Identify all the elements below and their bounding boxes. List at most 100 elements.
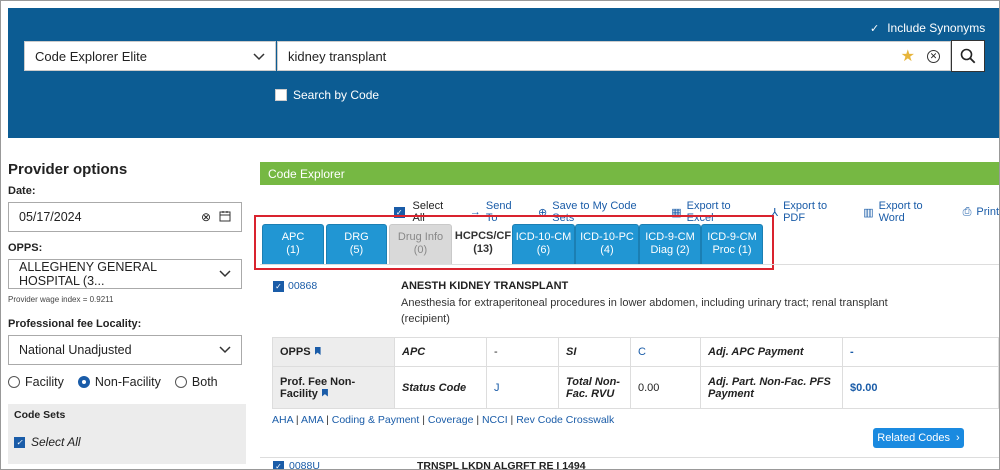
radio-both[interactable]: Both xyxy=(174,375,218,389)
tab-apc[interactable]: APC (1) xyxy=(262,224,324,265)
export-word-button[interactable]: ▥ Export to Word xyxy=(863,200,948,224)
fee-type-radio-group: Facility Non-Facility Both xyxy=(8,375,246,389)
checkbox-checked-icon: ✓ xyxy=(273,280,284,292)
apc-value: - xyxy=(486,337,559,367)
next-result: ✓ 0088U TRNSPL LKDN ALGRFT RE I 1494 xyxy=(273,460,586,470)
tab-icd9cm-diag[interactable]: ICD-9-CM Diag (2) xyxy=(639,224,701,265)
word-icon: ▥ xyxy=(863,206,874,219)
link-coverage[interactable]: Coverage xyxy=(428,414,474,426)
checkbox-checked-icon[interactable]: ✓ xyxy=(273,460,284,469)
reference-links: AHA | AMA | Coding & Payment | Coverage … xyxy=(272,414,615,426)
search-input[interactable]: kidney transplant ★ ✕ xyxy=(277,41,951,71)
divider xyxy=(260,264,999,265)
tab-icd10cm-count: (6) xyxy=(536,244,551,256)
radio-facility[interactable]: Facility xyxy=(8,375,64,389)
result-description: Anesthesia for extraperitoneal procedure… xyxy=(401,297,888,325)
include-synonyms-toggle[interactable]: ✓ Include Synonyms xyxy=(870,21,985,35)
wage-index-text: Provider wage index = 0.9211 xyxy=(8,295,114,304)
si-value[interactable]: C xyxy=(630,337,701,367)
code-set-tabs: APC (1) DRG (5) Drug Info (0) HCPCS/CF (13) … xyxy=(254,215,774,270)
opps-header-text: OPPS xyxy=(280,346,311,358)
search-button[interactable] xyxy=(951,40,985,72)
tab-drg[interactable]: DRG (5) xyxy=(326,224,387,265)
date-field[interactable]: 05/17/2024 ⊗ xyxy=(8,202,242,232)
tab-icd10pcs[interactable]: ICD-10-PC (4) xyxy=(575,224,639,265)
provider-options-title: Provider options xyxy=(8,161,128,178)
locality-value: National Unadjusted xyxy=(19,343,132,357)
tab-hcpcs[interactable]: HCPCS/CF (13) xyxy=(454,224,512,265)
result-code[interactable]: ✓ 00868 xyxy=(273,280,317,292)
printer-icon: ⎙ xyxy=(962,205,972,218)
check-icon: ✓ xyxy=(870,22,880,35)
total-rvu-label: Total Non-Fac. RVU xyxy=(558,366,631,409)
link-ncci[interactable]: NCCI xyxy=(482,414,508,426)
product-select[interactable]: Code Explorer Elite xyxy=(24,41,276,71)
favorite-star-icon[interactable]: ★ xyxy=(901,46,915,66)
code-sets-section: Code Sets ✓ Select All xyxy=(8,404,246,464)
calendar-icon[interactable] xyxy=(219,210,231,225)
adj-pfs-payment-label: Adj. Part. Non-Fac. PFS Payment xyxy=(700,366,843,409)
result-code-link[interactable]: 00868 xyxy=(288,280,317,292)
locality-select[interactable]: National Unadjusted xyxy=(8,335,242,365)
search-input-value: kidney transplant xyxy=(288,48,387,64)
total-rvu-value: 0.00 xyxy=(630,366,701,409)
radio-circle xyxy=(8,376,20,388)
export-pdf-button[interactable]: ⅄ Export to PDF xyxy=(771,200,849,224)
si-label: SI xyxy=(558,337,631,367)
chevron-right-icon: › xyxy=(956,432,960,444)
next-result-title: TRNSPL LKDN ALGRFT RE I 1494 xyxy=(416,460,586,470)
product-select-value: Code Explorer Elite xyxy=(35,48,147,64)
select-all-label: Select All xyxy=(31,435,81,449)
tab-hcpcs-label: HCPCS/CF xyxy=(454,230,512,242)
result-title: ANESTH KIDNEY TRANSPLANT xyxy=(401,280,569,292)
opps-label: OPPS: xyxy=(8,242,43,254)
export-word-label: Export to Word xyxy=(878,200,923,224)
link-coding-payment[interactable]: Coding & Payment xyxy=(332,414,420,426)
radio-both-label: Both xyxy=(191,375,218,389)
link-ama[interactable]: AMA xyxy=(301,414,323,426)
bookmark-icon[interactable] xyxy=(314,347,321,355)
adj-apc-payment-value: - xyxy=(842,337,999,367)
export-pdf-label: Export to PDF xyxy=(783,200,828,224)
opps-select[interactable]: ALLEGHENY GENERAL HOSPITAL (3... xyxy=(8,259,242,289)
status-code-value[interactable]: J xyxy=(486,366,559,409)
radio-circle-selected xyxy=(77,376,90,388)
checkbox-checked-icon: ✓ xyxy=(14,436,25,448)
tab-icd10pcs-count: (4) xyxy=(600,244,614,256)
tab-icd9cm-diag-label: ICD-9-CM xyxy=(645,231,695,243)
clear-icon[interactable]: ✕ xyxy=(927,49,940,63)
date-label: Date: xyxy=(8,185,36,197)
tab-icd10cm-label: ICD-10-CM xyxy=(515,231,572,243)
tab-icd9cm-proc-count: Proc (1) xyxy=(712,244,752,256)
print-button[interactable]: ⎙ Print xyxy=(963,206,999,219)
search-by-code-label: Search by Code xyxy=(293,88,380,102)
link-aha[interactable]: AHA xyxy=(272,414,293,426)
tab-drg-count: (5) xyxy=(349,244,364,256)
locality-label: Professional fee Locality: xyxy=(8,318,142,330)
tab-icd9cm-proc[interactable]: ICD-9-CM Proc (1) xyxy=(701,224,763,265)
provider-options-panel: Provider options Date: 05/17/2024 ⊗ OPPS… xyxy=(8,161,246,464)
tab-icd9cm-diag-count: Diag (2) xyxy=(650,244,690,256)
include-synonyms-label: Include Synonyms xyxy=(887,21,986,35)
clear-date-icon[interactable]: ⊗ xyxy=(201,210,211,224)
radio-non-facility-label: Non-Facility xyxy=(94,375,161,389)
tab-icd10cm[interactable]: ICD-10-CM (6) xyxy=(512,224,575,265)
search-header: ✓ Include Synonyms Code Explorer Elite k… xyxy=(8,8,999,138)
search-by-code-checkbox[interactable]: Search by Code xyxy=(275,88,379,102)
code-sets-label: Code Sets xyxy=(14,409,66,421)
next-result-code[interactable]: 0088U xyxy=(289,460,320,469)
chevron-down-icon xyxy=(253,49,265,64)
radio-non-facility[interactable]: Non-Facility xyxy=(77,375,161,389)
tab-icd9cm-proc-label: ICD-9-CM xyxy=(707,231,757,243)
tab-drug-info-count: (0) xyxy=(413,244,428,256)
checkbox-box xyxy=(275,89,287,101)
apc-label: APC xyxy=(394,337,487,367)
app-frame: ✓ Include Synonyms Code Explorer Elite k… xyxy=(0,0,1000,470)
opps-value: ALLEGHENY GENERAL HOSPITAL (3... xyxy=(19,260,157,288)
code-sets-select-all[interactable]: ✓ Select All xyxy=(14,435,240,449)
search-icon xyxy=(960,48,976,64)
link-rev-code-crosswalk[interactable]: Rev Code Crosswalk xyxy=(516,414,614,426)
related-codes-button[interactable]: Related Codes › xyxy=(873,428,964,448)
bookmark-icon[interactable] xyxy=(321,388,328,397)
row-header-opps: OPPS xyxy=(272,337,395,367)
